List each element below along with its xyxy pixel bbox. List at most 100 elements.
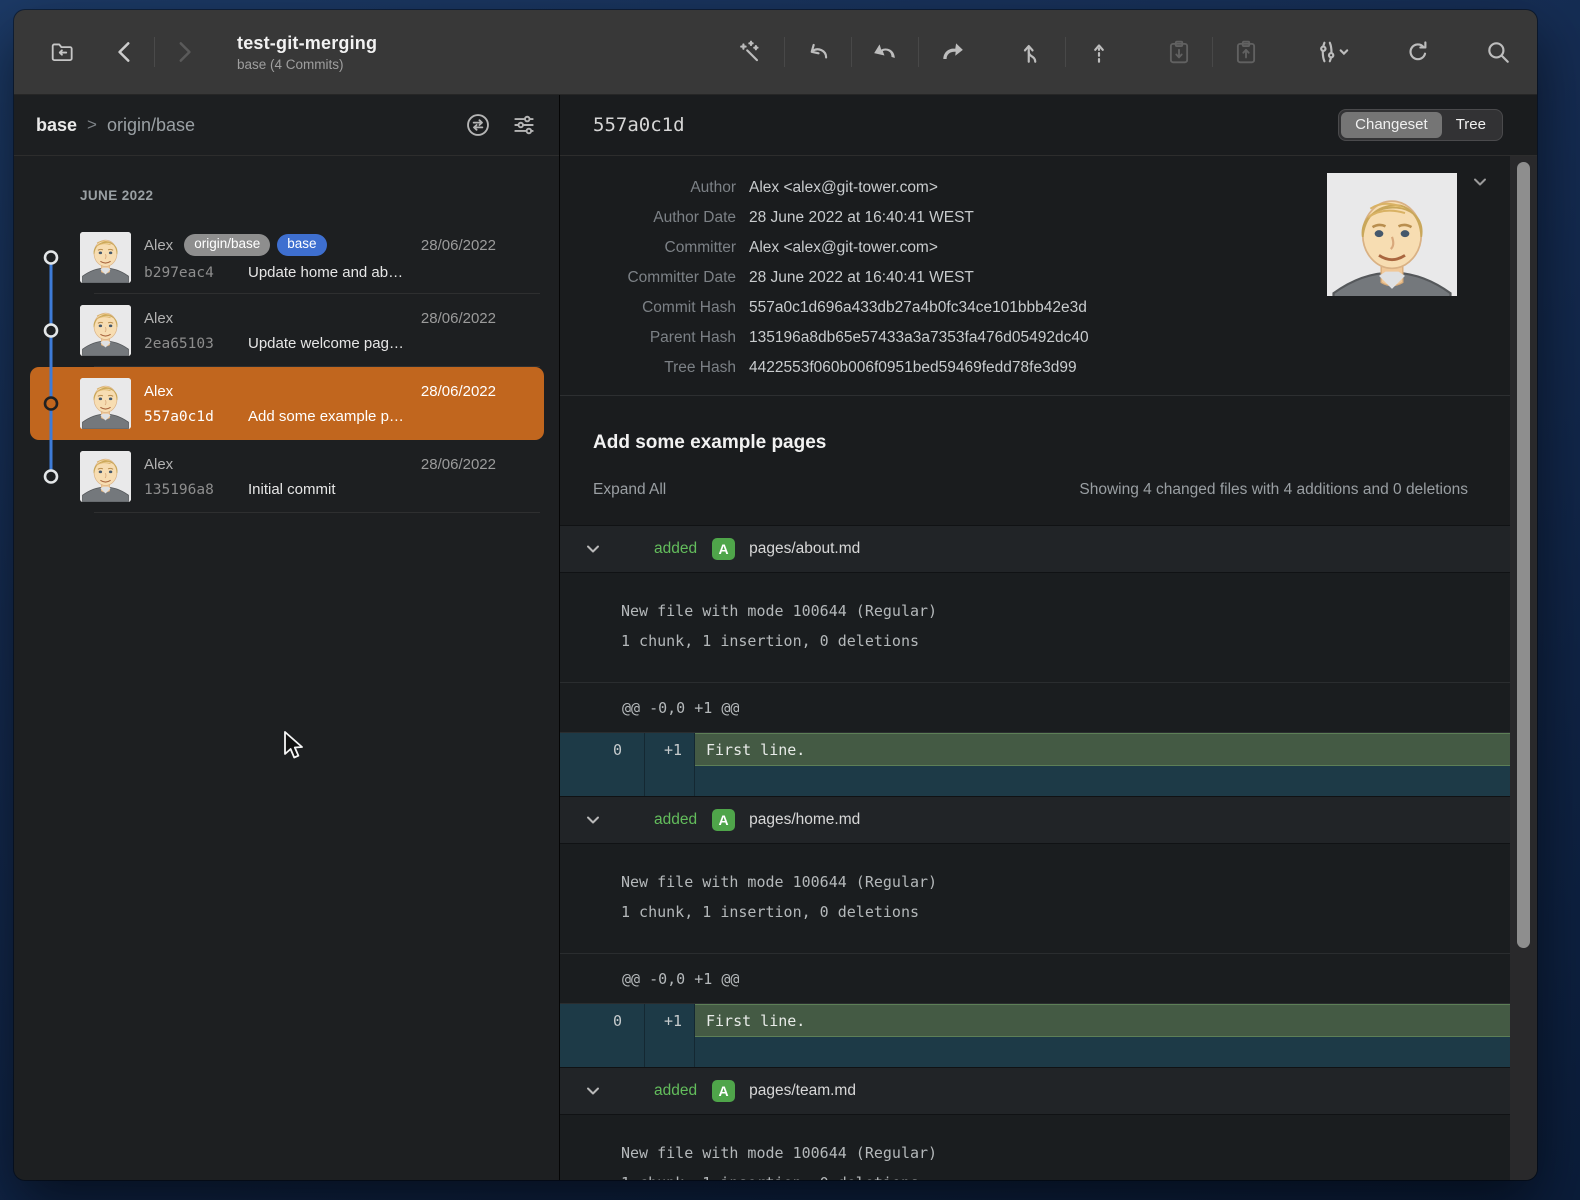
tab-tree[interactable]: Tree [1442, 112, 1500, 138]
file-path: pages/team.md [749, 1082, 856, 1100]
file-header[interactable]: added A pages/home.md [560, 797, 1537, 844]
commit-hash: 135196a8 [144, 482, 248, 498]
chevron-down-icon[interactable] [584, 540, 602, 558]
diff-line-added[interactable]: 0 +1 First line. [560, 1004, 1537, 1037]
commit-message: Update welcome pag… [248, 335, 404, 352]
file-mode-line: New file with mode 100644 (Regular) [621, 867, 1537, 897]
commit-row[interactable]: Alex 28/06/2022 135196a8 Initial commit [30, 440, 544, 513]
chevron-down-icon[interactable] [584, 811, 602, 829]
hunk-header: @@ -0,0 +1 @@ [560, 954, 1537, 1004]
diff-line-text: First line. [695, 733, 1537, 766]
branch-badge-local[interactable]: base [277, 234, 326, 255]
commit-row-selected[interactable]: Alex 28/06/2022 557a0c1d Add some exampl… [30, 367, 544, 440]
window-subtitle: base (4 Commits) [237, 57, 377, 72]
refresh-button[interactable] [1405, 39, 1431, 65]
tab-changeset[interactable]: Changeset [1341, 112, 1442, 138]
meta-label: Author Date [560, 203, 736, 233]
magic-wand-icon [738, 39, 764, 65]
hunk-header: @@ -0,0 +1 @@ [560, 683, 1537, 733]
file-path: pages/home.md [749, 811, 860, 829]
diff-filler-row [560, 1037, 1537, 1067]
meta-label: Committer [560, 233, 736, 263]
toolbar-separator [784, 37, 785, 67]
file-status-badge: A [712, 1080, 735, 1102]
merge-icon [1019, 39, 1045, 65]
collapse-meta-chevron-icon[interactable] [1471, 173, 1489, 191]
old-line-number: 0 [560, 733, 645, 766]
commit-row[interactable]: Alex origin/base base 28/06/2022 b297eac… [30, 221, 544, 294]
changeset-summary: Showing 4 changed files with 4 additions… [1079, 481, 1504, 499]
view-toggle: Changeset Tree [1338, 109, 1503, 141]
window-title-block: test-git-merging base (4 Commits) [237, 33, 377, 72]
diff-line-added[interactable]: 0 +1 First line. [560, 733, 1537, 766]
meta-value: 557a0c1d696a433db27a4b0fc34ce101bbb42e3d [749, 293, 1087, 323]
diff-line-text: First line. [695, 1004, 1537, 1037]
commit-date: 28/06/2022 [421, 383, 496, 400]
pull-button[interactable] [872, 39, 898, 65]
file-stats-line: 1 chunk, 1 insertion, 0 deletions [621, 897, 1537, 927]
chevron-left-icon [112, 39, 138, 65]
meta-value: 28 June 2022 at 16:40:41 WEST [749, 203, 974, 233]
forward-button[interactable] [171, 39, 197, 65]
meta-label: Parent Hash [560, 323, 736, 353]
old-line-number: 0 [560, 1004, 645, 1037]
diff-table: 0 +1 First line. [560, 1004, 1537, 1067]
merge-button[interactable] [1019, 39, 1045, 65]
undo-arrow-icon [805, 39, 831, 65]
file-mode-line: New file with mode 100644 (Regular) [621, 1138, 1537, 1168]
stash-save-button[interactable] [1166, 39, 1192, 65]
commit-message-title: Add some example pages [593, 432, 1504, 454]
compare-button[interactable] [465, 112, 491, 138]
workflow-dropdown-button[interactable] [1313, 39, 1351, 65]
file-path: pages/about.md [749, 540, 860, 558]
expand-all-link[interactable]: Expand All [593, 481, 666, 499]
open-repository-button[interactable] [40, 33, 86, 71]
breadcrumb-remote[interactable]: origin/base [107, 115, 195, 136]
commit-hash: b297eac4 [144, 265, 248, 281]
stash-apply-button[interactable] [1233, 39, 1259, 65]
quick-actions-button[interactable] [738, 39, 764, 65]
rebase-button[interactable] [1086, 39, 1112, 65]
back-button[interactable] [112, 39, 138, 65]
scrollbar-track[interactable] [1510, 156, 1537, 1180]
file-section: added A pages/home.md New file with mode… [560, 796, 1537, 1067]
meta-label: Commit Hash [560, 293, 736, 323]
breadcrumb-branch[interactable]: base [36, 115, 77, 136]
detail-scroll-area: AuthorAlex <alex@git-tower.com> Author D… [560, 156, 1537, 1180]
commit-message: Initial commit [248, 481, 336, 498]
commit-author: Alex [144, 383, 173, 400]
commit-hash: 557a0c1d [144, 409, 248, 425]
author-avatar [1327, 173, 1457, 296]
file-header[interactable]: added A pages/team.md [560, 1068, 1537, 1115]
commit-row[interactable]: Alex 28/06/2022 2ea65103 Update welcome … [30, 294, 544, 367]
app-window: test-git-merging base (4 Commits) [14, 10, 1537, 1180]
toolbar-separator [154, 37, 155, 67]
commit-avatar [80, 451, 131, 502]
commit-author: Alex [144, 456, 173, 473]
commit-date: 28/06/2022 [421, 456, 496, 473]
meta-value: 28 June 2022 at 16:40:41 WEST [749, 263, 974, 293]
search-button[interactable] [1485, 39, 1511, 65]
commit-detail-panel: 557a0c1d Changeset Tree AuthorAlex <alex… [560, 95, 1537, 1180]
push-button[interactable] [939, 39, 965, 65]
chevron-down-icon[interactable] [584, 1082, 602, 1100]
meta-value: 135196a8db65e57433a3a7353fa476d05492dc40 [749, 323, 1089, 353]
history-filter-button[interactable] [511, 112, 537, 138]
file-status: added [654, 1082, 697, 1100]
file-mode-line: New file with mode 100644 (Regular) [621, 596, 1537, 626]
chevron-right-icon [171, 39, 197, 65]
compare-swap-icon [465, 112, 491, 138]
search-icon [1485, 39, 1511, 65]
scrollbar-thumb[interactable] [1517, 162, 1530, 948]
meta-label: Tree Hash [560, 353, 736, 383]
file-header[interactable]: added A pages/about.md [560, 526, 1537, 573]
file-section: added A pages/team.md New file with mode… [560, 1067, 1537, 1180]
file-status: added [654, 811, 697, 829]
toolbar-separator [1065, 37, 1066, 67]
push-arrow-icon [939, 39, 965, 65]
history-sidebar: base > origin/base [14, 95, 560, 1180]
branch-badge-remote[interactable]: origin/base [184, 234, 270, 255]
file-stats-line: 1 chunk, 1 insertion, 0 deletions [621, 1168, 1537, 1180]
undo-button[interactable] [805, 39, 831, 65]
meta-label: Author [560, 173, 736, 203]
